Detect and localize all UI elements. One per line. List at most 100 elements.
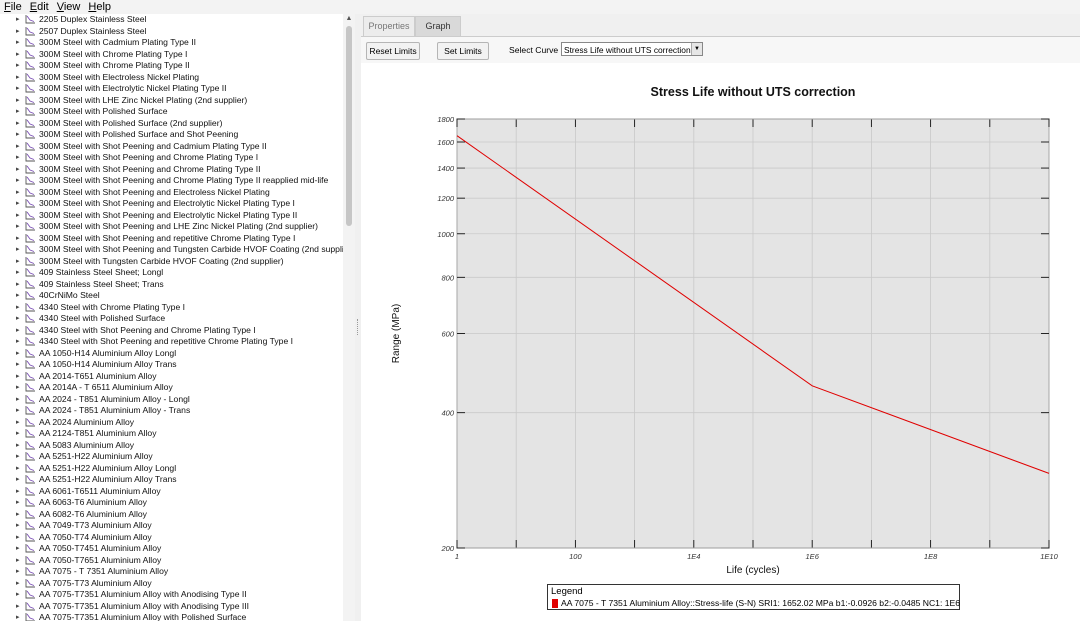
- tree-item[interactable]: ▸ AA 1050-H14 Aluminium Alloy Trans: [0, 359, 343, 371]
- expand-arrow-icon[interactable]: ▸: [16, 26, 20, 38]
- tree-item[interactable]: ▸ 300M Steel with Shot Peening and repeti…: [0, 233, 343, 245]
- tree-item[interactable]: ▸ AA 2124-T851 Aluminium Alloy: [0, 428, 343, 440]
- tree-item[interactable]: ▸ AA 7050-T7651 Aluminium Alloy: [0, 555, 343, 567]
- tree-item[interactable]: ▸ 300M Steel with Polished Surface: [0, 106, 343, 118]
- expand-arrow-icon[interactable]: ▸: [16, 612, 20, 621]
- tree-scroll-thumb[interactable]: [346, 26, 352, 226]
- expand-arrow-icon[interactable]: ▸: [16, 601, 20, 613]
- expand-arrow-icon[interactable]: ▸: [16, 405, 20, 417]
- tree-item[interactable]: ▸ AA 5251-H22 Aluminium Alloy Longl: [0, 463, 343, 475]
- expand-arrow-icon[interactable]: ▸: [16, 49, 20, 61]
- tree-item[interactable]: ▸ 300M Steel with Shot Peening and Cadmiu…: [0, 141, 343, 153]
- tree-item[interactable]: ▸ 409 Stainless Steel Sheet; Longl: [0, 267, 343, 279]
- tree-scrollbar[interactable]: ▲: [343, 14, 355, 621]
- expand-arrow-icon[interactable]: ▸: [16, 244, 20, 256]
- tree-item[interactable]: ▸ 300M Steel with Shot Peening and LHE Zi…: [0, 221, 343, 233]
- expand-arrow-icon[interactable]: ▸: [16, 394, 20, 406]
- scroll-up-arrow-icon[interactable]: ▲: [343, 14, 355, 24]
- expand-arrow-icon[interactable]: ▸: [16, 129, 20, 141]
- expand-arrow-icon[interactable]: ▸: [16, 325, 20, 337]
- tree-item[interactable]: ▸ 300M Steel with Shot Peening and Chrome…: [0, 175, 343, 187]
- tree-item[interactable]: ▸ 300M Steel with Chrome Plating Type I: [0, 49, 343, 61]
- expand-arrow-icon[interactable]: ▸: [16, 532, 20, 544]
- expand-arrow-icon[interactable]: ▸: [16, 187, 20, 199]
- tree-item[interactable]: ▸ AA 7075-T7351 Aluminium Alloy with Anod…: [0, 601, 343, 613]
- expand-arrow-icon[interactable]: ▸: [16, 106, 20, 118]
- tree-item[interactable]: ▸ 2507 Duplex Stainless Steel: [0, 26, 343, 38]
- menu-edit[interactable]: Edit: [26, 0, 53, 15]
- tree-item[interactable]: ▸ AA 2014A - T 6511 Aluminium Alloy: [0, 382, 343, 394]
- tree-item[interactable]: ▸ AA 2024 - T851 Aluminium Alloy - Longl: [0, 394, 343, 406]
- tree-item[interactable]: ▸ 4340 Steel with Polished Surface: [0, 313, 343, 325]
- tree-item[interactable]: ▸ AA 2024 - T851 Aluminium Alloy - Trans: [0, 405, 343, 417]
- expand-arrow-icon[interactable]: ▸: [16, 486, 20, 498]
- tree-item[interactable]: ▸ 4340 Steel with Shot Peening and Chrome…: [0, 325, 343, 337]
- set-limits-button[interactable]: Set Limits: [437, 42, 489, 60]
- expand-arrow-icon[interactable]: ▸: [16, 290, 20, 302]
- splitter-grip-icon[interactable]: [357, 319, 360, 335]
- tree-item[interactable]: ▸ AA 7050-T74 Aluminium Alloy: [0, 532, 343, 544]
- menu-help[interactable]: Help: [84, 0, 115, 15]
- expand-arrow-icon[interactable]: ▸: [16, 198, 20, 210]
- tree-item[interactable]: ▸ AA 6082-T6 Aluminium Alloy: [0, 509, 343, 521]
- tree-item[interactable]: ▸ 4340 Steel with Shot Peening and repeti…: [0, 336, 343, 348]
- expand-arrow-icon[interactable]: ▸: [16, 463, 20, 475]
- expand-arrow-icon[interactable]: ▸: [16, 14, 20, 26]
- tree-item[interactable]: ▸ 409 Stainless Steel Sheet; Trans: [0, 279, 343, 291]
- tree-item[interactable]: ▸ AA 2014-T651 Aluminium Alloy: [0, 371, 343, 383]
- curve-select[interactable]: Stress Life without UTS correction ▼: [561, 42, 703, 56]
- expand-arrow-icon[interactable]: ▸: [16, 382, 20, 394]
- tree-item[interactable]: ▸ AA 1050-H14 Aluminium Alloy Longl: [0, 348, 343, 360]
- expand-arrow-icon[interactable]: ▸: [16, 520, 20, 532]
- expand-arrow-icon[interactable]: ▸: [16, 37, 20, 49]
- expand-arrow-icon[interactable]: ▸: [16, 302, 20, 314]
- tree-item[interactable]: ▸ 300M Steel with Polished Surface and Sh…: [0, 129, 343, 141]
- expand-arrow-icon[interactable]: ▸: [16, 578, 20, 590]
- expand-arrow-icon[interactable]: ▸: [16, 451, 20, 463]
- expand-arrow-icon[interactable]: ▸: [16, 313, 20, 325]
- tree-item[interactable]: ▸ 300M Steel with Electroless Nickel Plat…: [0, 72, 343, 84]
- tree-item[interactable]: ▸ AA 5251-H22 Aluminium Alloy: [0, 451, 343, 463]
- expand-arrow-icon[interactable]: ▸: [16, 566, 20, 578]
- expand-arrow-icon[interactable]: ▸: [16, 164, 20, 176]
- reset-limits-button[interactable]: Reset Limits: [366, 42, 420, 60]
- expand-arrow-icon[interactable]: ▸: [16, 175, 20, 187]
- expand-arrow-icon[interactable]: ▸: [16, 371, 20, 383]
- expand-arrow-icon[interactable]: ▸: [16, 543, 20, 555]
- expand-arrow-icon[interactable]: ▸: [16, 256, 20, 268]
- expand-arrow-icon[interactable]: ▸: [16, 509, 20, 521]
- tree-item[interactable]: ▸ AA 5251-H22 Aluminium Alloy Trans: [0, 474, 343, 486]
- tree-item[interactable]: ▸ AA 6063-T6 Aluminium Alloy: [0, 497, 343, 509]
- expand-arrow-icon[interactable]: ▸: [16, 60, 20, 72]
- chevron-down-icon[interactable]: ▼: [691, 43, 702, 55]
- expand-arrow-icon[interactable]: ▸: [16, 233, 20, 245]
- tree-item[interactable]: ▸ AA 7049-T73 Aluminium Alloy: [0, 520, 343, 532]
- expand-arrow-icon[interactable]: ▸: [16, 83, 20, 95]
- tree-item[interactable]: ▸ 300M Steel with Electrolytic Nickel Pla…: [0, 83, 343, 95]
- expand-arrow-icon[interactable]: ▸: [16, 221, 20, 233]
- tree-item[interactable]: ▸ 300M Steel with Tungsten Carbide HVOF C…: [0, 256, 343, 268]
- expand-arrow-icon[interactable]: ▸: [16, 474, 20, 486]
- tab-properties[interactable]: Properties: [363, 16, 415, 36]
- expand-arrow-icon[interactable]: ▸: [16, 417, 20, 429]
- expand-arrow-icon[interactable]: ▸: [16, 359, 20, 371]
- tree-item[interactable]: ▸ 300M Steel with Shot Peening and Chrome…: [0, 152, 343, 164]
- expand-arrow-icon[interactable]: ▸: [16, 428, 20, 440]
- expand-arrow-icon[interactable]: ▸: [16, 152, 20, 164]
- tree-item[interactable]: ▸ 4340 Steel with Chrome Plating Type I: [0, 302, 343, 314]
- tree-item[interactable]: ▸ AA 7075 - T 7351 Aluminium Alloy: [0, 566, 343, 578]
- expand-arrow-icon[interactable]: ▸: [16, 589, 20, 601]
- expand-arrow-icon[interactable]: ▸: [16, 440, 20, 452]
- tree-item[interactable]: ▸ AA 2024 Aluminium Alloy: [0, 417, 343, 429]
- tree-item[interactable]: ▸ 300M Steel with Shot Peening and Electr…: [0, 210, 343, 222]
- expand-arrow-icon[interactable]: ▸: [16, 141, 20, 153]
- tree-item[interactable]: ▸ AA 7075-T73 Aluminium Alloy: [0, 578, 343, 590]
- expand-arrow-icon[interactable]: ▸: [16, 72, 20, 84]
- tree-item[interactable]: ▸ 300M Steel with Shot Peening and Electr…: [0, 187, 343, 199]
- expand-arrow-icon[interactable]: ▸: [16, 210, 20, 222]
- menu-view[interactable]: View: [53, 0, 85, 15]
- tree-item[interactable]: ▸ 40CrNiMo Steel: [0, 290, 343, 302]
- expand-arrow-icon[interactable]: ▸: [16, 279, 20, 291]
- menu-file[interactable]: File: [0, 0, 26, 15]
- expand-arrow-icon[interactable]: ▸: [16, 118, 20, 130]
